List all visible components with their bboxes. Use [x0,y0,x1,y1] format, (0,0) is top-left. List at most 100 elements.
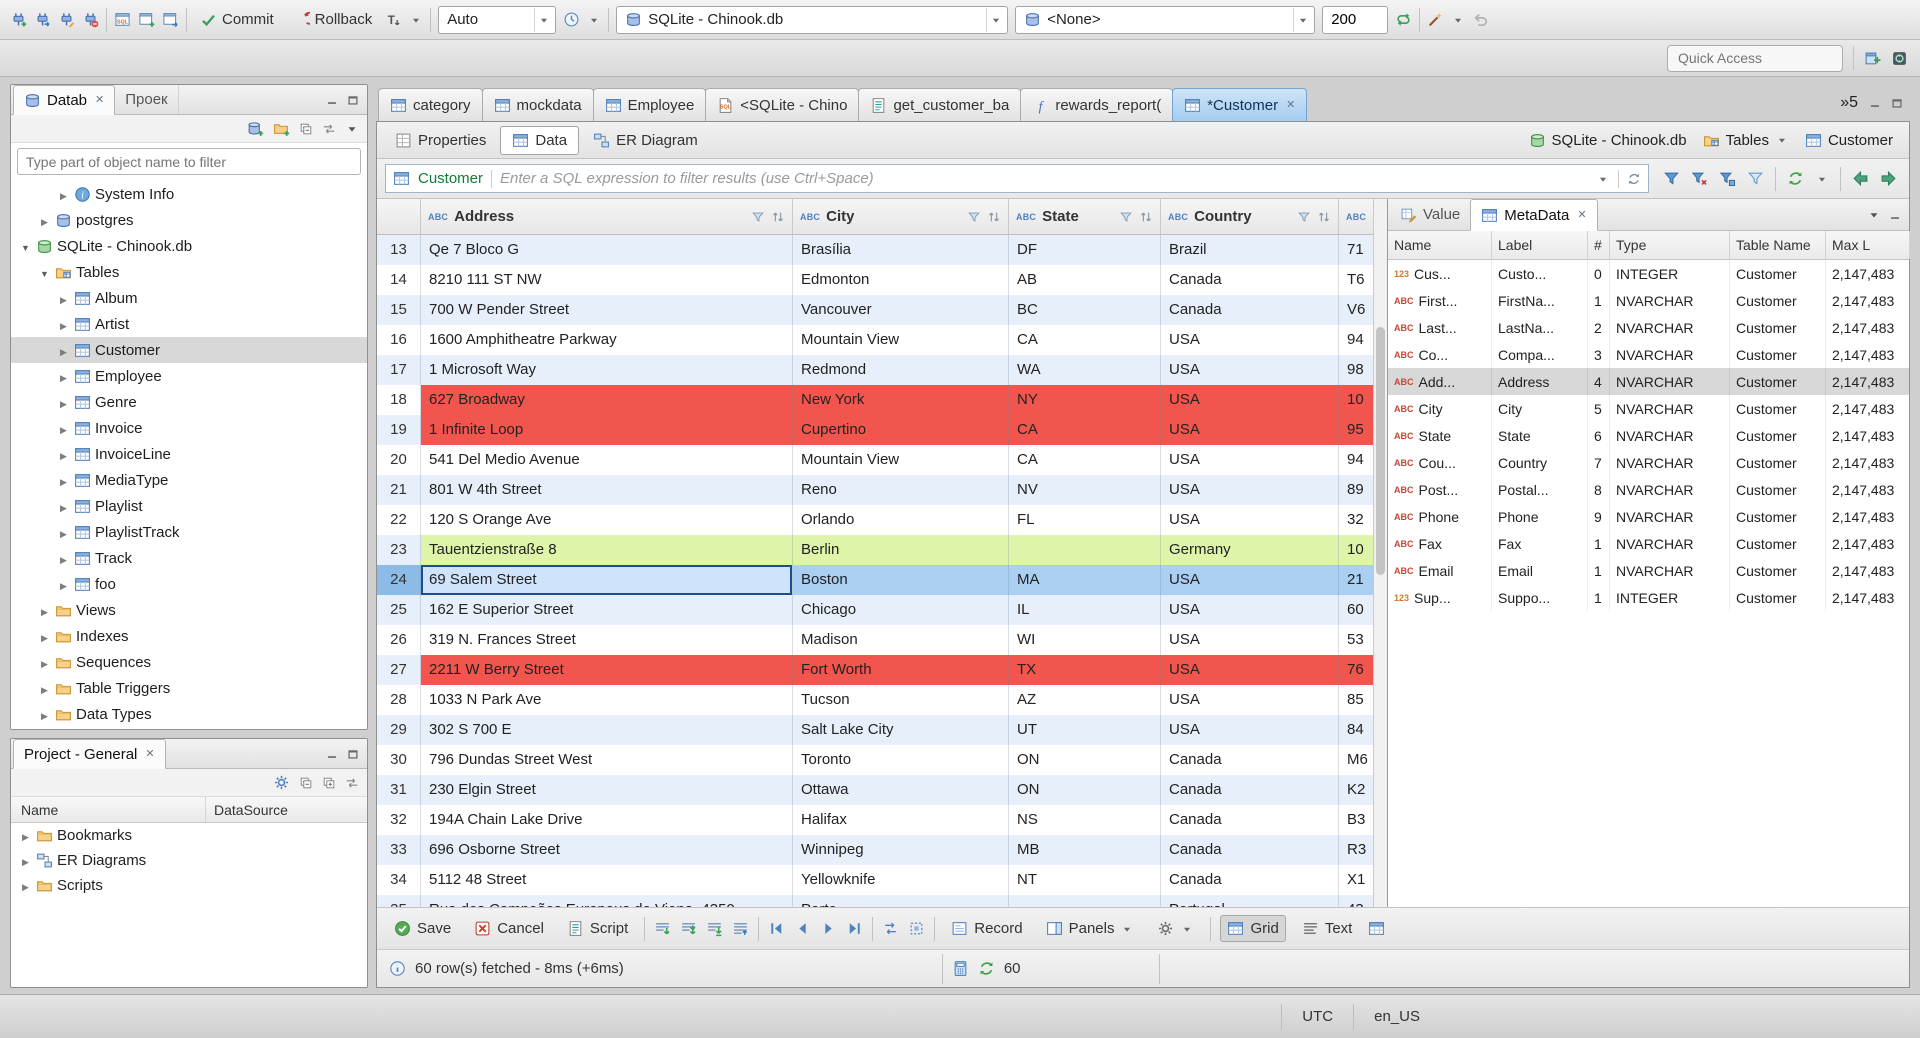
country-cell[interactable]: USA [1161,505,1339,535]
row-number-cell[interactable]: 20 [377,445,421,475]
tab-metadata[interactable]: MetaData ✕ [1470,199,1598,231]
tree-item-data-types[interactable]: Data Types [11,701,367,727]
column-sort-icon[interactable] [987,210,1001,224]
rollback-button[interactable]: Rollback [287,8,379,31]
state-cell[interactable]: DF [1009,235,1161,265]
row-number-cell[interactable]: 13 [377,235,421,265]
next-row-icon[interactable] [820,920,837,937]
state-cell[interactable] [1009,535,1161,565]
expand-arrow-icon[interactable] [57,369,70,384]
expand-arrow-icon[interactable] [57,317,70,332]
city-cell[interactable]: Brasília [793,235,1009,265]
breadcrumb-tables[interactable]: Tables [1703,132,1789,149]
column-header-table-name[interactable]: Table Name [1730,231,1826,259]
collapse-arrow-icon[interactable] [38,265,51,280]
tree-item-table-triggers[interactable]: Table Triggers [11,675,367,701]
minimize-icon[interactable] [1868,96,1882,110]
tree-item-mediatype[interactable]: MediaType [11,467,367,493]
link-with-editor-icon[interactable] [322,122,336,136]
state-cell[interactable]: CA [1009,325,1161,355]
column-header-item[interactable]: # [1588,231,1610,259]
tree-item-employee[interactable]: Employee [11,363,367,389]
metadata-row[interactable]: ABC Add... Address 4 NVARCHAR Customer 2,147,4… [1388,368,1909,395]
expand-arrow-icon[interactable] [19,853,32,868]
country-cell[interactable]: USA [1161,595,1339,625]
tree-item-views[interactable]: Views [11,597,367,623]
postal-cell[interactable]: R3 [1339,835,1373,865]
metadata-row[interactable]: ABC State State 6 NVARCHAR Customer 2,147,483 [1388,422,1909,449]
address-cell[interactable]: 801 W 4th Street [421,475,793,505]
metadata-row[interactable]: ABC Fax Fax 1 NVARCHAR Customer 2,147,483 [1388,530,1909,557]
timezone-indicator[interactable]: UTC [1281,1003,1353,1030]
address-cell[interactable]: 541 Del Medio Avenue [421,445,793,475]
column-header-max-l[interactable]: Max L [1826,231,1910,259]
city-cell[interactable]: Berlin [793,535,1009,565]
postal-cell[interactable]: 21 [1339,565,1373,595]
postal-cell[interactable]: 94 [1339,445,1373,475]
row-number-cell[interactable]: 22 [377,505,421,535]
expand-arrow-icon[interactable] [57,525,70,540]
address-cell[interactable]: 1 Infinite Loop [421,415,793,445]
minimize-icon[interactable] [325,747,339,761]
country-cell[interactable]: USA [1161,715,1339,745]
filter-expression-input[interactable]: Customer Enter a SQL expression to filte… [385,164,1649,193]
tree-item-invoice[interactable]: Invoice [11,415,367,441]
expand-arrow-icon[interactable] [38,603,51,618]
state-cell[interactable]: CA [1009,445,1161,475]
expand-arrow-icon[interactable] [57,343,70,358]
state-cell[interactable]: CA [1009,415,1161,445]
expand-arrow-icon[interactable] [57,395,70,410]
city-cell[interactable]: Redmond [793,355,1009,385]
postal-cell[interactable]: 98 [1339,355,1373,385]
panels-button[interactable]: Panels [1039,915,1142,942]
nav-back-icon[interactable] [1852,170,1869,187]
link-with-editor-icon[interactable] [345,776,359,790]
country-cell[interactable]: Canada [1161,745,1339,775]
city-cell[interactable]: Ottawa [793,775,1009,805]
filter-apply-icon[interactable] [1663,170,1680,187]
city-cell[interactable]: Winnipeg [793,835,1009,865]
grid-scrollbar[interactable] [1373,199,1387,907]
postal-cell[interactable]: T6 [1339,265,1373,295]
tab-overflow-indicator[interactable]: »5 [1830,94,1868,112]
metadata-row[interactable]: ABC Phone Phone 9 NVARCHAR Customer 2,147,483 [1388,503,1909,530]
project-item-er-diagrams[interactable]: ER Diagrams [11,848,367,873]
row-number-cell[interactable]: 25 [377,595,421,625]
tab-projects[interactable]: Проек [115,85,179,114]
column-filter-icon[interactable] [751,210,765,224]
column-header-clipped[interactable]: ABC [1339,199,1373,234]
editor-tab-mockdata[interactable]: mockdata [481,88,594,121]
address-cell[interactable]: 69 Salem Street [421,565,793,595]
expand-arrow-icon[interactable] [57,447,70,462]
expand-arrow-icon[interactable] [38,655,51,670]
metadata-row[interactable]: 123 Sup... Suppo... 1 INTEGER Customer 2,147,4… [1388,584,1909,611]
minimize-icon[interactable] [325,93,339,107]
expand-arrow-icon[interactable] [38,681,51,696]
state-cell[interactable]: IL [1009,595,1161,625]
column-filter-icon[interactable] [1119,210,1133,224]
country-cell[interactable]: Canada [1161,265,1339,295]
filter-clear-icon[interactable] [1691,170,1708,187]
column-header-name[interactable]: Name [1388,231,1492,259]
settings-gear-icon[interactable] [273,774,290,791]
expand-arrow-icon[interactable] [57,187,70,202]
postal-cell[interactable]: V6 [1339,295,1373,325]
state-cell[interactable]: WI [1009,625,1161,655]
city-cell[interactable]: Vancouver [793,295,1009,325]
commit-button[interactable]: Commit [194,8,280,31]
state-cell[interactable]: NT [1009,865,1161,895]
edit-connection-icon[interactable] [58,11,75,28]
row-number-cell[interactable]: 27 [377,655,421,685]
row-number-cell[interactable]: 17 [377,355,421,385]
tree-item-indexes[interactable]: Indexes [11,623,367,649]
postal-cell[interactable]: 94 [1339,325,1373,355]
postal-cell[interactable]: 10 [1339,535,1373,565]
view-menu-icon[interactable] [345,122,359,136]
postal-cell[interactable]: 43 [1339,895,1373,907]
grid-settings-button[interactable] [1150,915,1201,942]
state-cell[interactable] [1009,895,1161,907]
country-cell[interactable]: Germany [1161,535,1339,565]
row-number-cell[interactable]: 19 [377,415,421,445]
chevron-down-icon[interactable] [587,13,601,27]
row-number-cell[interactable]: 35 [377,895,421,907]
